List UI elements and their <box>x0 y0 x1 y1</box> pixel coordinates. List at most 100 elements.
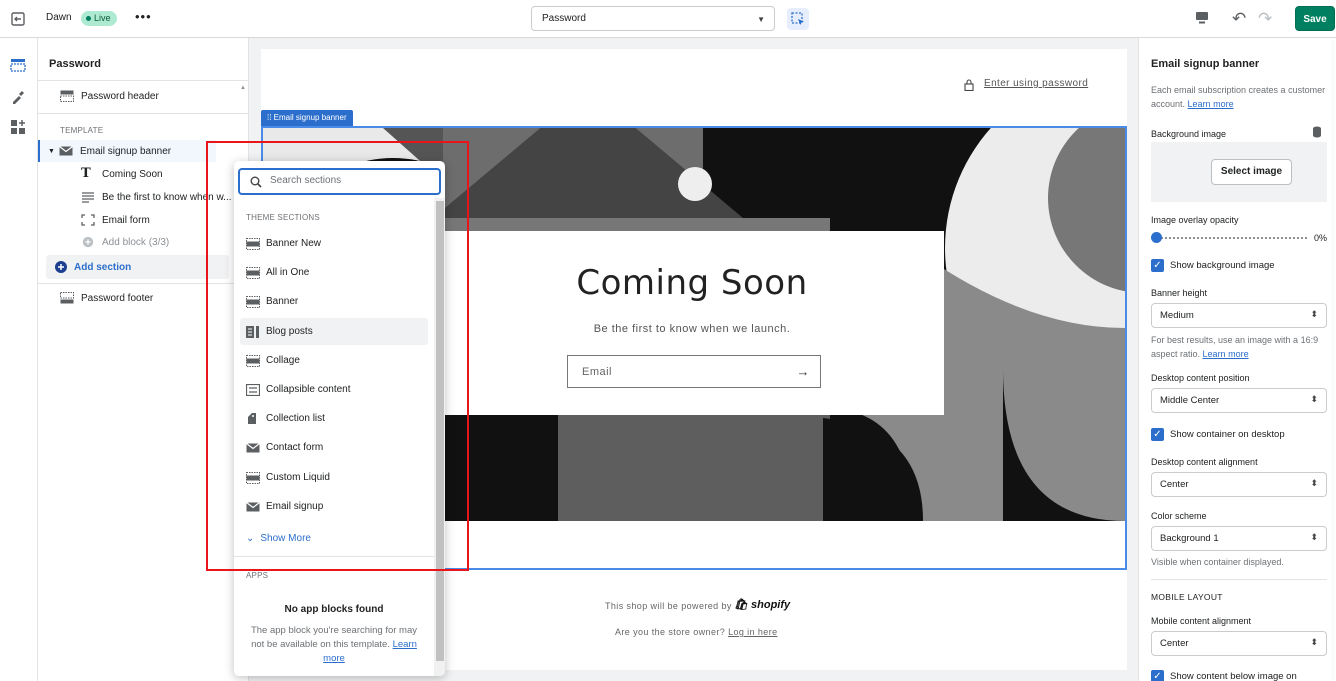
page-select[interactable]: Password ▼ <box>531 6 775 31</box>
mobile-alignment-select[interactable]: Center ⬍ <box>1151 631 1327 656</box>
section-option-collapsible-content[interactable]: Collapsible content <box>240 376 428 403</box>
settings-panel: Email signup banner Each email subscript… <box>1138 38 1336 681</box>
template-label: TEMPLATE <box>60 126 104 135</box>
page-select-value: Password <box>542 13 586 24</box>
section-tag-icon: ⁞⁞ <box>267 113 274 122</box>
sections-sidebar: Password ▲ Password header TEMPLATE ▼ Em… <box>38 38 249 681</box>
sections-icon[interactable] <box>9 56 27 74</box>
section-option-label: Email signup <box>266 501 324 512</box>
show-more-label: Show More <box>260 533 311 544</box>
more-actions-button[interactable]: ••• <box>135 9 152 24</box>
lock-icon <box>964 79 974 91</box>
popover-scrollbar-thumb[interactable] <box>436 201 444 661</box>
desktop-position-select[interactable]: Middle Center ⬍ <box>1151 388 1327 413</box>
banner-section-icon <box>246 295 260 308</box>
section-option-blog-posts[interactable]: Blog posts <box>240 318 428 345</box>
divider <box>1151 579 1327 580</box>
banner-height-label: Banner height <box>1151 288 1208 298</box>
undo-icon[interactable]: ↶ <box>1232 9 1246 29</box>
sidebar-item-password-footer[interactable]: Password footer <box>38 287 238 309</box>
section-option-banner[interactable]: Banner <box>240 288 428 315</box>
learn-more-link[interactable]: Learn more <box>1188 99 1234 109</box>
section-option-banner-new[interactable]: Banner New <box>240 230 428 257</box>
block-label: Email form <box>102 214 150 226</box>
select-arrows-icon: ⬍ <box>1310 637 1318 647</box>
search-sections-input[interactable]: Search sections <box>238 168 441 195</box>
theme-settings-icon[interactable] <box>9 88 27 106</box>
color-scheme-value: Background 1 <box>1160 533 1219 544</box>
envelope-icon <box>246 501 260 511</box>
learn-more-link[interactable]: Learn more <box>1203 349 1249 359</box>
no-app-text: The app block you're searching for may n… <box>244 624 424 666</box>
block-paragraph[interactable]: Be the first to know when w... <box>38 186 249 208</box>
sidebar-item-label: Password footer <box>81 292 154 304</box>
envelope-icon <box>246 442 260 452</box>
banner-section-icon <box>246 237 260 250</box>
login-link[interactable]: Log in here <box>728 627 777 637</box>
banner-height-select[interactable]: Medium ⬍ <box>1151 303 1327 328</box>
enter-password-link[interactable]: Enter using password <box>984 78 1088 89</box>
settings-description: Each email subscription creates a custom… <box>1151 83 1327 111</box>
section-option-label: Collapsible content <box>266 384 351 395</box>
plus-circle-icon <box>55 261 67 273</box>
section-option-label: Blog posts <box>266 326 313 337</box>
app-embeds-icon[interactable] <box>9 118 27 136</box>
collage-icon <box>246 354 260 367</box>
save-button[interactable]: Save <box>1295 6 1335 31</box>
select-arrows-icon: ⬍ <box>1310 478 1318 488</box>
banner-height-value: Medium <box>1160 310 1194 321</box>
opacity-slider-track[interactable] <box>1157 237 1307 239</box>
database-icon <box>1313 126 1321 138</box>
show-more-button[interactable]: ⌄ Show More <box>246 533 311 544</box>
exit-icon[interactable] <box>10 11 26 27</box>
sidebar-item-password-header[interactable]: Password header <box>38 85 238 107</box>
select-arrows-icon: ⬍ <box>1310 309 1318 319</box>
color-scheme-select[interactable]: Background 1 ⬍ <box>1151 526 1327 551</box>
section-option-collection-list[interactable]: Collection list <box>240 405 428 432</box>
theme-sections-heading: THEME SECTIONS <box>246 213 320 222</box>
shopify-bag-icon: 🛍 <box>734 599 748 611</box>
theme-name: Dawn <box>46 12 72 23</box>
block-email-form[interactable]: Email form <box>38 209 238 231</box>
show-below-label: Show content below image on <box>1170 671 1297 681</box>
add-section-button[interactable]: Add section <box>46 255 229 279</box>
search-icon <box>250 176 262 188</box>
section-option-collage[interactable]: Collage <box>240 347 428 374</box>
block-heading[interactable]: T Coming Soon <box>38 163 238 185</box>
scroll-up-icon[interactable]: ▲ <box>240 85 246 91</box>
add-block-button[interactable]: Add block (3/3) <box>38 231 238 253</box>
section-option-custom-liquid[interactable]: Custom Liquid <box>240 464 428 491</box>
settings-scrollbar[interactable] <box>1331 40 1335 680</box>
show-below-checkbox[interactable]: ✓ <box>1151 670 1164 681</box>
shopify-logo: 🛍 shopify <box>734 598 790 611</box>
caret-down-icon[interactable]: ▼ <box>48 148 55 155</box>
divider <box>38 80 249 81</box>
select-image-button[interactable]: Select image <box>1211 159 1292 185</box>
desktop-position-label: Desktop content position <box>1151 373 1250 383</box>
form-icon <box>81 214 95 226</box>
opacity-slider-handle[interactable] <box>1151 232 1162 243</box>
desktop-alignment-select[interactable]: Center ⬍ <box>1151 472 1327 497</box>
text-icon: T <box>81 166 91 181</box>
desktop-preview-icon[interactable] <box>1194 10 1210 29</box>
add-section-label: Add section <box>74 261 132 273</box>
show-container-label: Show container on desktop <box>1170 429 1285 440</box>
paragraph-icon <box>82 192 94 203</box>
redo-icon[interactable]: ↷ <box>1258 9 1272 29</box>
settings-title: Email signup banner <box>1151 58 1260 70</box>
section-option-all-in-one[interactable]: All in One <box>240 259 428 286</box>
chevron-down-icon: ⌄ <box>246 533 255 544</box>
show-bg-label: Show background image <box>1170 260 1275 271</box>
overlay-label: Image overlay opacity <box>1151 215 1239 225</box>
banner-section-icon <box>246 471 260 484</box>
section-option-contact-form[interactable]: Contact form <box>240 434 428 461</box>
show-bg-checkbox[interactable]: ✓ <box>1151 259 1164 272</box>
section-option-email-signup[interactable]: Email signup <box>240 493 428 520</box>
header-section-icon <box>60 90 74 102</box>
section-tag-label: Email signup banner <box>273 113 347 122</box>
show-container-checkbox[interactable]: ✓ <box>1151 428 1164 441</box>
sidebar-item-label: Email signup banner <box>79 145 172 157</box>
inspector-button[interactable] <box>787 8 809 30</box>
opacity-value: 0% <box>1314 233 1328 243</box>
sidebar-item-email-signup-banner[interactable]: ▼ Email signup banner <box>38 140 216 162</box>
